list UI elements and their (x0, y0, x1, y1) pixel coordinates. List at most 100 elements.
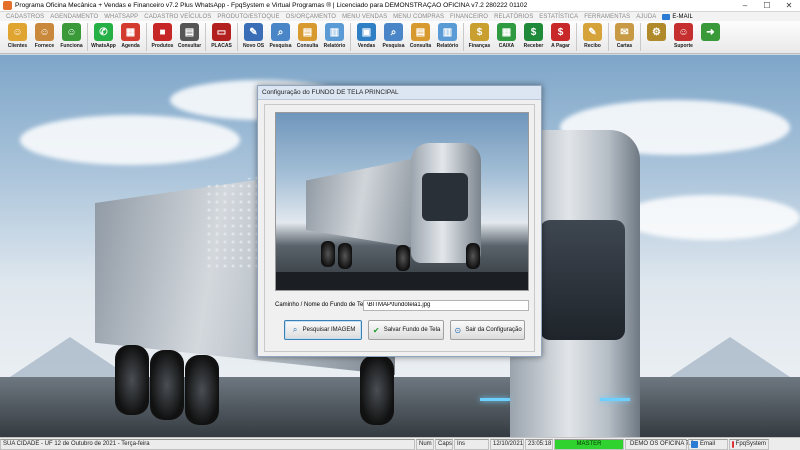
toolbar-label: Novo OS (242, 43, 265, 49)
path-label: Caminho / Nome do Fundo de Tela (275, 302, 368, 308)
status-brand-label: FpqSystem (735, 441, 766, 447)
status-brand[interactable]: FpqSystem (729, 438, 769, 450)
consult-sales-icon: ▤ (411, 23, 430, 41)
headlight (480, 398, 510, 401)
truck-wheel (360, 355, 394, 425)
toolbar-button-letters[interactable]: ✉ Cartas (611, 21, 638, 53)
status-time: 23:05:18 (525, 438, 553, 450)
toolbar-separator (146, 23, 147, 51)
toolbar-button-finance[interactable]: $ Finanças (466, 21, 493, 53)
receive-icon: $ (524, 23, 543, 41)
menu-item[interactable]: CADASTROS (3, 14, 47, 20)
menu-item[interactable]: OS/ORÇAMENTO (283, 14, 339, 20)
toolbar-button-search[interactable]: ⌕ Pesquisa (267, 21, 294, 53)
toolbar-button-report-sales[interactable]: ▥ Relatório (434, 21, 461, 53)
toolbar-label: Finanças (468, 43, 491, 49)
dialog-body: Caminho / Nome do Fundo de Tela ⌕ Pesqui… (264, 104, 535, 352)
toolbar-label: Relatório (323, 43, 346, 49)
envelope-icon (662, 13, 671, 20)
truck-wheel (185, 355, 219, 425)
status-user: MASTER (554, 438, 624, 450)
menu-item-email[interactable]: E-MAIL (659, 13, 696, 20)
cashier-icon: ▦ (497, 23, 516, 41)
plates-icon: ▭ (212, 23, 231, 41)
toolbar-separator (205, 23, 206, 51)
search-image-label: Pesquisar IMAGEM (302, 327, 356, 333)
toolbar-button-new-os[interactable]: ✎ Novo OS (240, 21, 267, 53)
maximize-button[interactable]: ☐ (756, 0, 778, 12)
toolbar-label: Fornece (34, 43, 55, 49)
toolbar-button-search-sales[interactable]: ⌕ Pesquisa (380, 21, 407, 53)
toolbar-label: Consulta (409, 43, 432, 49)
preview-wheel (466, 243, 480, 269)
toolbar-button-consult[interactable]: ▤ Consultar (176, 21, 203, 53)
truck-wheel (115, 345, 149, 415)
toolbar-button-plates[interactable]: ▭ PLACAS (208, 21, 235, 53)
toolbar-button-consult-sales[interactable]: ▤ Consulta (407, 21, 434, 53)
preview-wheel (321, 241, 335, 267)
toolbar-label: Pesquisa (382, 43, 405, 49)
menu-item[interactable]: FINANCEIRO (447, 14, 491, 20)
preview-wheel (396, 245, 410, 271)
status-email[interactable]: Email (688, 438, 728, 450)
whatsapp-icon: ✆ (94, 23, 113, 41)
toolbar-button-sales[interactable]: ▣ Vendas (353, 21, 380, 53)
menu-item[interactable]: FERRAMENTAS (581, 14, 633, 20)
menu-item[interactable]: MENU COMPRAS (390, 14, 447, 20)
toolbar-button-support[interactable]: ☺ Suporte (670, 21, 697, 53)
supplier-icon: ☺ (35, 23, 54, 41)
toolbar-button-pay[interactable]: $ A Pagar (547, 21, 574, 53)
toolbar-button-employee[interactable]: ☺ Funciona (58, 21, 85, 53)
menu-item[interactable]: WHATSAPP (101, 14, 141, 20)
menu-item[interactable]: AJUDA (633, 14, 659, 20)
toolbar-button-cashier[interactable]: ▦ CAIXA (493, 21, 520, 53)
menu-item[interactable]: AGENDAMENTO (47, 14, 101, 20)
toolbar-button-exit[interactable]: ➜ (697, 21, 724, 53)
menu-item[interactable]: CADASTRO VEÍCULOS (141, 14, 214, 20)
toolbar-label: Relatório (436, 43, 459, 49)
status-bar: SUA CIDADE - UF 12 de Outubro de 2021 - … (0, 437, 800, 450)
toolbar-button-calendar[interactable]: ▦ Agenda (117, 21, 144, 53)
toolbar-separator (608, 23, 609, 51)
preview-windshield (422, 173, 468, 221)
toolbar-button-whatsapp[interactable]: ✆ WhatsApp (90, 21, 117, 53)
toolbar-label: WhatsApp (91, 43, 116, 49)
toolbar-button-tools[interactable]: ⚙ (643, 21, 670, 53)
exit-icon: ⊙ (454, 325, 462, 335)
minimize-button[interactable]: – (734, 0, 756, 12)
toolbar-label: Agenda (121, 43, 140, 49)
toolbar-button-supplier[interactable]: ☺ Fornece (31, 21, 58, 53)
cloud (620, 195, 800, 240)
search-image-button[interactable]: ⌕ Pesquisar IMAGEM (284, 320, 362, 340)
toolbar-button-report[interactable]: ▥ Relatório (321, 21, 348, 53)
toolbar-label: CAIXA (498, 43, 515, 49)
checkmark-icon: ✔ (372, 325, 380, 335)
status-email-label: Email (700, 441, 716, 447)
cloud (20, 115, 240, 165)
preview-wheel (338, 243, 352, 269)
toolbar-separator (576, 23, 577, 51)
toolbar-button-consult-os[interactable]: ▤ Consulta (294, 21, 321, 53)
menu-item[interactable]: MENU VENDAS (339, 14, 390, 20)
close-button[interactable]: ✕ (778, 0, 800, 12)
save-background-button[interactable]: ✔ Salvar Fundo de Tela (368, 320, 444, 340)
exit-config-button[interactable]: ⊙ Sair da Configuração (450, 320, 525, 340)
status-company: DEMO OS OFICINA 7.2 (625, 438, 694, 450)
toolbar-label: Consultar (177, 43, 202, 49)
toolbar-label: Produtos (151, 43, 174, 49)
menu-item[interactable]: RELATÓRIOS (491, 14, 536, 20)
pay-icon: $ (551, 23, 570, 41)
menu-email-label: E-MAIL (672, 13, 693, 20)
menu-item[interactable]: PRODUTO/ESTOQUE (214, 14, 282, 20)
menu-item[interactable]: ESTATÍSTICA (536, 14, 581, 20)
toolbar-label: Cartas (616, 43, 633, 49)
menu-bar: CADASTROS AGENDAMENTO WHATSAPP CADASTRO … (0, 12, 800, 21)
exit-icon: ➜ (701, 23, 720, 41)
receipt-icon: ✎ (583, 23, 602, 41)
toolbar-separator (640, 23, 641, 51)
path-input[interactable] (363, 299, 529, 311)
toolbar-button-clients[interactable]: ☺ Clientes (4, 21, 31, 53)
toolbar-button-products[interactable]: ■ Produtos (149, 21, 176, 53)
toolbar-button-receipt[interactable]: ✎ Recibo (579, 21, 606, 53)
toolbar-button-receive[interactable]: $ Receber (520, 21, 547, 53)
